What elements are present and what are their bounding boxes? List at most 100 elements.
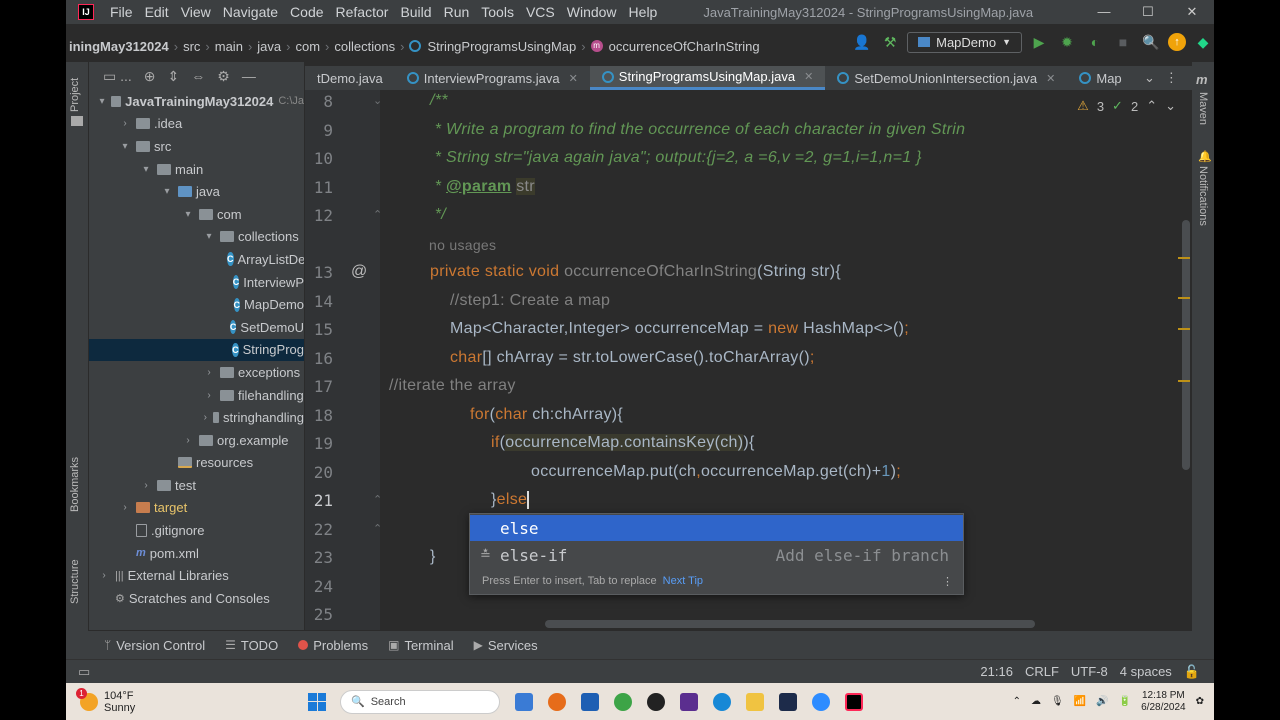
project-tree-item[interactable]: C ArrayListDe [89,248,304,271]
close-tab-icon[interactable]: ✕ [569,72,578,85]
file-explorer-icon[interactable] [746,692,764,711]
next-highlight-icon[interactable]: ⌄ [1165,98,1176,114]
chevron-icon[interactable]: › [118,118,132,129]
update-icon[interactable]: ↑ [1168,33,1186,51]
project-tree-item[interactable]: ⚙ Scratches and Consoles [89,587,304,610]
menu-code[interactable]: Code [284,0,329,24]
minimize-button[interactable]: — [1082,0,1126,24]
menu-run[interactable]: Run [438,0,476,24]
intellij-taskbar-icon[interactable] [845,692,863,711]
chevron-down-icon[interactable]: ⌄ [1144,70,1155,86]
terminal-app-icon[interactable] [779,692,797,711]
project-tree-item[interactable]: C SetDemoU [89,316,304,339]
editor-tab[interactable]: Map [1067,66,1133,90]
problems-tab[interactable]: Problems [298,638,368,653]
maximize-button[interactable]: ☐ [1126,0,1170,24]
editor-tab[interactable]: StringProgramsUsingMap.java ✕ [589,66,826,90]
close-button[interactable]: ✕ [1170,0,1214,24]
project-tree-item[interactable]: › ||| External Libraries [89,564,304,587]
user-account-icon[interactable]: 👤 [851,31,873,53]
fold-icon[interactable]: ⌃ [373,522,382,535]
menu-edit[interactable]: Edit [139,0,175,24]
completion-item-else-if[interactable]: ≛ else-if Add else-if branch [470,542,963,568]
inspection-widget[interactable]: ⚠ 3 ✓ 2 ⌃ ⌄ [1077,98,1176,114]
project-tree-item[interactable]: ▾ src [89,135,304,158]
collapse-all-icon[interactable]: ⇔ [191,68,205,84]
search-icon[interactable]: 🔍 [1140,31,1162,53]
annotation-icon[interactable]: @ [351,263,367,281]
chevron-icon[interactable]: › [181,435,195,446]
layout-toggle-icon[interactable]: ▭ [78,664,90,680]
store-icon[interactable] [581,692,599,711]
project-tree-item[interactable]: C InterviewP [89,271,304,294]
structure-tool-tab[interactable]: Structure [69,559,81,604]
chevron-icon[interactable]: › [202,412,209,423]
debug-icon[interactable]: ✹ [1056,31,1078,53]
menu-refactor[interactable]: Refactor [330,0,395,24]
chevron-icon[interactable]: › [97,570,111,581]
notifications-tool-tab[interactable]: Notifications [1197,166,1209,226]
error-stripe-mark[interactable] [1178,257,1190,259]
build-hammer-icon[interactable]: ⚒ [879,31,901,53]
caret-position[interactable]: 21:16 [980,664,1013,679]
todo-tab[interactable]: ☰ TODO [225,638,278,653]
completion-item-else[interactable]: else [470,515,963,541]
zoom-icon[interactable] [812,692,830,711]
project-tree-item[interactable]: ▾ collections [89,226,304,249]
colorful-app-icon[interactable]: ✿ [1196,696,1204,707]
chevron-icon[interactable]: › [202,367,216,378]
close-tab-icon[interactable]: ✕ [1046,72,1055,85]
run-configuration-select[interactable]: MapDemo ▼ [907,31,1022,53]
chevron-icon[interactable]: ▾ [97,96,107,107]
menu-view[interactable]: View [175,0,217,24]
editor-tab[interactable]: SetDemoUnionIntersection.java ✕ [825,66,1067,90]
project-tree-item[interactable]: m pom.xml [89,542,304,565]
run-icon[interactable]: ▶ [1028,31,1050,53]
file-encoding[interactable]: UTF-8 [1071,664,1108,679]
project-tree-item[interactable]: › target [89,497,304,520]
project-tree-item[interactable]: › exceptions [89,361,304,384]
project-tree-item[interactable]: ▾ com [89,203,304,226]
clock[interactable]: 12:18 PM 6/28/2024 [1141,690,1186,714]
project-tree-item[interactable]: ▾ main [89,158,304,181]
menu-build[interactable]: Build [394,0,437,24]
error-stripe-mark[interactable] [1178,297,1190,299]
breadcrumb-class[interactable]: StringProgramsUsingMap [424,39,579,54]
breadcrumb-main[interactable]: main [212,39,246,54]
usages-hint[interactable]: no usages [429,237,496,253]
battery-icon[interactable]: 🔋 [1119,696,1131,707]
previous-highlight-icon[interactable]: ⌃ [1146,98,1157,114]
project-tree-item[interactable]: C StringProg [89,338,304,362]
maven-tool-tab[interactable]: Maven [1197,92,1209,125]
project-view-icon[interactable]: ▭ ... [103,68,132,85]
next-tip-link[interactable]: Next Tip [663,575,703,587]
chevron-icon[interactable]: › [139,480,153,491]
fold-icon[interactable]: ⌃ [373,208,382,221]
breadcrumb-project[interactable]: iningMay312024 [66,39,172,54]
project-tree-item[interactable]: › .idea [89,113,304,136]
dell-icon[interactable] [647,692,665,711]
version-control-tab[interactable]: ᛘ Version Control [104,638,205,653]
breadcrumb-java[interactable]: java [254,39,284,54]
menu-window[interactable]: Window [561,0,623,24]
menu-tools[interactable]: Tools [475,0,520,24]
menu-help[interactable]: Help [623,0,664,24]
project-tree-item[interactable]: › org.example [89,429,304,452]
hide-icon[interactable]: — [242,68,256,84]
chevron-icon[interactable]: ▾ [202,231,216,242]
expand-all-icon[interactable]: ⇕ [168,68,180,85]
error-stripe-mark[interactable] [1178,328,1190,330]
project-tree-item[interactable]: .gitignore [89,519,304,542]
wifi-icon[interactable]: 📶 [1074,696,1086,707]
menu-vcs[interactable]: VCS [520,0,561,24]
jetbrains-ai-icon[interactable]: ◆ [1192,31,1214,53]
close-tab-icon[interactable]: ✕ [804,70,813,83]
project-tree-item[interactable]: C MapDemo [89,293,304,316]
stop-icon[interactable]: ■ [1112,31,1134,53]
line-separator[interactable]: CRLF [1025,664,1059,679]
speaker-icon[interactable]: 🔊 [1096,696,1108,707]
menu-file[interactable]: File [104,0,139,24]
breadcrumb-src[interactable]: src [180,39,203,54]
chevron-icon[interactable]: ▾ [160,186,174,197]
chrome-icon[interactable] [614,692,632,711]
